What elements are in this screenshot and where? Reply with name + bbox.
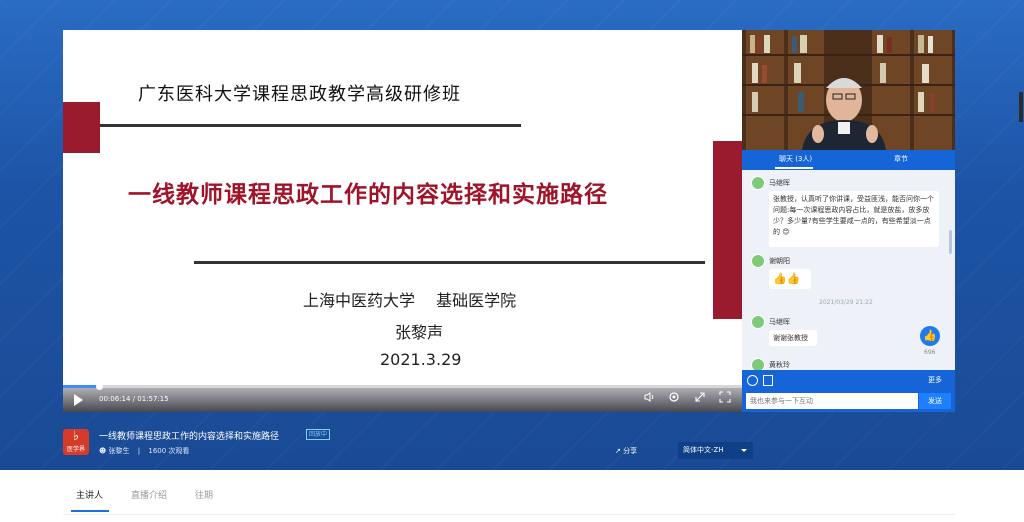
active-tab-indicator — [71, 510, 109, 512]
language-value: 简体中文-ZH — [683, 446, 724, 454]
avatar — [751, 358, 765, 370]
slide-rule-top — [100, 124, 521, 127]
tab-live-intro[interactable]: 直播介绍 — [131, 488, 167, 501]
tab-presenter[interactable]: 主讲人 — [76, 488, 103, 501]
video-title: 一线教师课程思政工作的内容选择和实施路径 — [99, 432, 280, 442]
message-author: 谢朝阳 — [769, 257, 790, 265]
slide-title: 一线教师课程思政工作的内容选择和实施路径 — [128, 182, 608, 208]
share-label: 分享 — [623, 447, 638, 455]
active-tab-indicator — [775, 167, 813, 169]
chat-panel: 聊天 (3人) 章节 马继晖 张教授，认真听了你讲课，受益匪浅，能否问你一个问题… — [742, 150, 955, 412]
playback-time: 00:06:14 / 01:57:15 — [99, 395, 169, 403]
chat-messages[interactable]: 马继晖 张教授，认真听了你讲课，受益匪浅，能否问你一个问题:每一次课程思政内容占… — [742, 170, 955, 370]
presenter-video-image — [742, 30, 955, 150]
chevron-down-icon — [741, 449, 747, 452]
slide-rule-bottom — [194, 261, 705, 264]
share-icon: ↗ — [615, 447, 621, 455]
notes-icon[interactable] — [763, 375, 773, 386]
chat-input[interactable] — [746, 393, 918, 409]
slide-date: 2021.3.29 — [380, 350, 462, 369]
chat-tab-bar: 聊天 (3人) 章节 — [742, 150, 955, 170]
presenter-camera — [742, 30, 955, 150]
message-text: 谢谢张教授 — [769, 330, 817, 346]
avatar — [751, 176, 765, 190]
user-icon: ☻ — [99, 447, 107, 455]
chat-scrollbar[interactable] — [949, 230, 952, 254]
slide-red-block-right — [713, 141, 742, 319]
slide-red-block-left — [63, 102, 100, 153]
view-count: 1600 次观看 — [148, 447, 190, 455]
send-button[interactable]: 发送 — [919, 393, 951, 409]
chat-toolbar: 更多 — [742, 370, 955, 390]
tab-chat[interactable]: 聊天 (3人) — [779, 154, 812, 164]
avatar — [751, 315, 765, 329]
like-icon[interactable]: 👍 — [920, 326, 940, 346]
tab-past[interactable]: 往期 — [195, 488, 213, 501]
language-select[interactable]: 简体中文-ZH — [678, 442, 753, 459]
pip-icon[interactable] — [693, 391, 707, 405]
message-text: 👍👍 — [769, 269, 811, 289]
meta-separator: | — [137, 447, 141, 455]
tab-chapters[interactable]: 章节 — [894, 154, 908, 164]
window-scroll-handle[interactable] — [1019, 92, 1023, 122]
progress-knob[interactable] — [96, 383, 103, 390]
logo-mark-icon: ♭ — [72, 429, 80, 444]
message-author: 黄秋玲 — [769, 361, 790, 369]
video-info-bar: ♭ 医学界 一线教师课程思政工作的内容选择和实施路径 回放中 ☻ 张黎生 | 1… — [0, 412, 1024, 470]
logo-text: 医学界 — [66, 446, 85, 453]
share-button[interactable]: ↗ 分享 — [615, 446, 637, 456]
message-author: 马继晖 — [769, 179, 790, 187]
channel-logo[interactable]: ♭ 医学界 — [63, 429, 89, 455]
volume-icon[interactable] — [642, 391, 656, 405]
fullscreen-icon[interactable] — [718, 391, 732, 405]
message-text: 张教授，认真听了你讲课，受益匪浅，能否问你一个问题:每一次课程思政内容占比，就是… — [769, 191, 939, 247]
chat-input-bar: 发送 — [742, 390, 955, 412]
video-player: 广东医科大学课程思政教学高级研修班 一线教师课程思政工作的内容选择和实施路径 上… — [63, 30, 955, 412]
content-area: 主讲人 直播介绍 往期 — [0, 470, 1024, 522]
message-timestamp: 2021/03/29 21:22 — [819, 299, 873, 306]
avatar — [751, 254, 765, 268]
divider — [63, 514, 955, 515]
slide-institution: 上海中医药大学 基础医学院 — [303, 291, 517, 310]
emoji-icon[interactable] — [747, 375, 758, 386]
presenter-name: 张黎生 — [108, 447, 130, 455]
slide-author: 张黎声 — [395, 323, 444, 342]
progress-fill — [63, 385, 99, 388]
status-badge: 回放中 — [306, 429, 331, 440]
progress-bar[interactable] — [63, 383, 742, 390]
more-button[interactable]: 更多 — [928, 375, 942, 385]
slide-frame[interactable]: 广东医科大学课程思政教学高级研修班 一线教师课程思政工作的内容选择和实施路径 上… — [63, 30, 742, 385]
message-author: 马继晖 — [769, 318, 790, 326]
like-count: 696 — [924, 349, 936, 356]
slide-header: 广东医科大学课程思政教学高级研修班 — [138, 84, 461, 105]
play-icon[interactable] — [74, 394, 83, 406]
video-meta: ☻ 张黎生 | 1600 次观看 — [99, 446, 189, 456]
player-control-bar: 00:06:14 / 01:57:15 — [63, 383, 742, 412]
settings-icon[interactable] — [667, 391, 681, 405]
